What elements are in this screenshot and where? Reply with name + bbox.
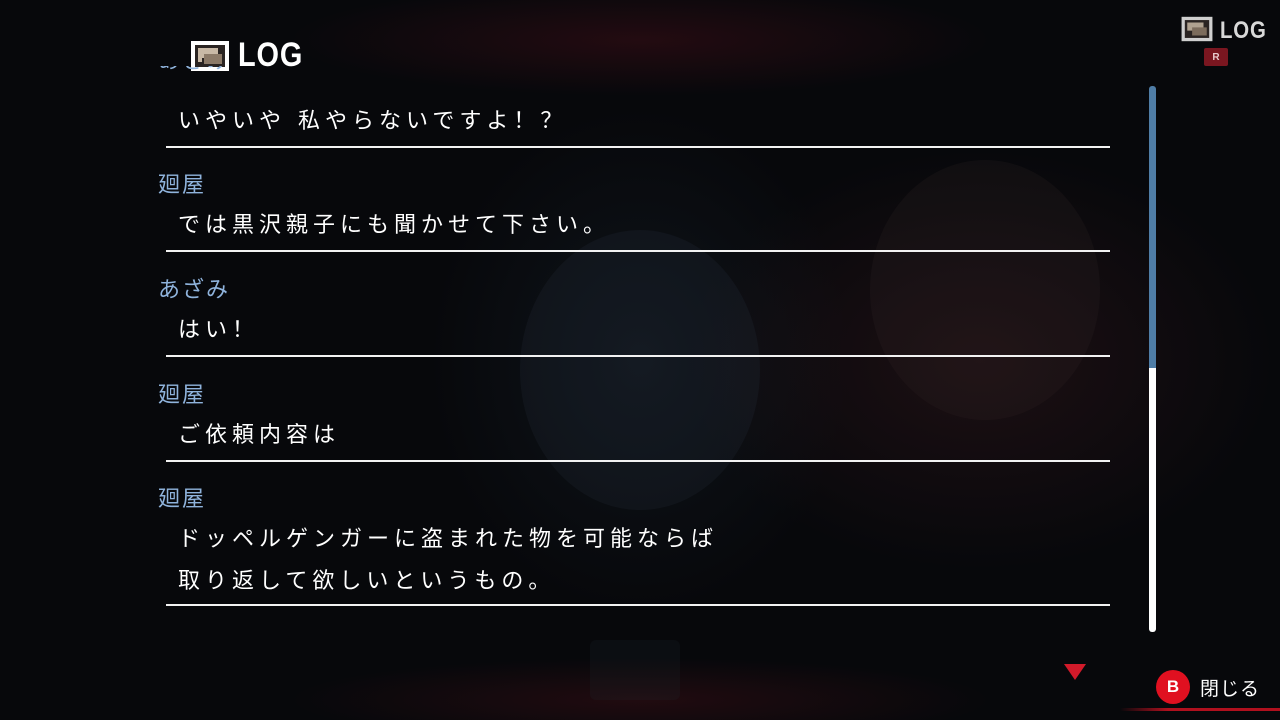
dialogue-line: ドッペルゲンガーに盗まれた物を可能ならば <box>178 527 719 552</box>
speaker-name: 廻屋 <box>158 173 207 198</box>
dialogue-line: 取り返して欲しいというもの。 <box>178 569 556 594</box>
close-button[interactable]: B 閉じる <box>1156 670 1260 704</box>
entry-divider <box>166 355 1110 357</box>
corner-log-shortcut[interactable]: LOG <box>1180 16 1275 46</box>
scrollbar-track-upper <box>1149 86 1156 368</box>
entry-divider <box>166 250 1110 252</box>
chat-bubble-icon <box>1180 16 1214 46</box>
b-button-icon: B <box>1156 670 1190 704</box>
scrollbar-thumb[interactable] <box>1149 368 1156 632</box>
log-scrollbar[interactable] <box>1149 86 1156 632</box>
log-screen: LOG LOG R あざみ いやいや 私やらないですよ！？ 廻屋 では黒沢親子に… <box>0 0 1280 720</box>
speaker-name: あざみ <box>158 278 231 303</box>
entry-divider <box>166 460 1110 462</box>
scroll-down-indicator-icon <box>1064 664 1086 680</box>
r-button-badge: R <box>1204 48 1228 66</box>
log-list[interactable]: あざみ いやいや 私やらないですよ！？ 廻屋 では黒沢親子にも聞かせて下さい。 … <box>158 66 1118 626</box>
dialogue-line: ご依頼内容は <box>178 423 341 448</box>
dialogue-line: では黒沢親子にも聞かせて下さい。 <box>178 213 611 238</box>
speaker-name: 廻屋 <box>158 487 207 512</box>
corner-log-label: LOG <box>1220 17 1267 44</box>
close-underline <box>1120 708 1280 711</box>
speaker-name: あざみ <box>158 66 230 76</box>
close-label: 閉じる <box>1200 677 1261 700</box>
dialogue-line: はい！ <box>178 318 260 343</box>
entry-divider <box>166 146 1110 148</box>
speaker-name: 廻屋 <box>158 383 207 408</box>
background-emblem <box>590 640 680 700</box>
dialogue-line: いやいや 私やらないですよ！？ <box>178 109 568 134</box>
entry-divider <box>166 604 1110 606</box>
